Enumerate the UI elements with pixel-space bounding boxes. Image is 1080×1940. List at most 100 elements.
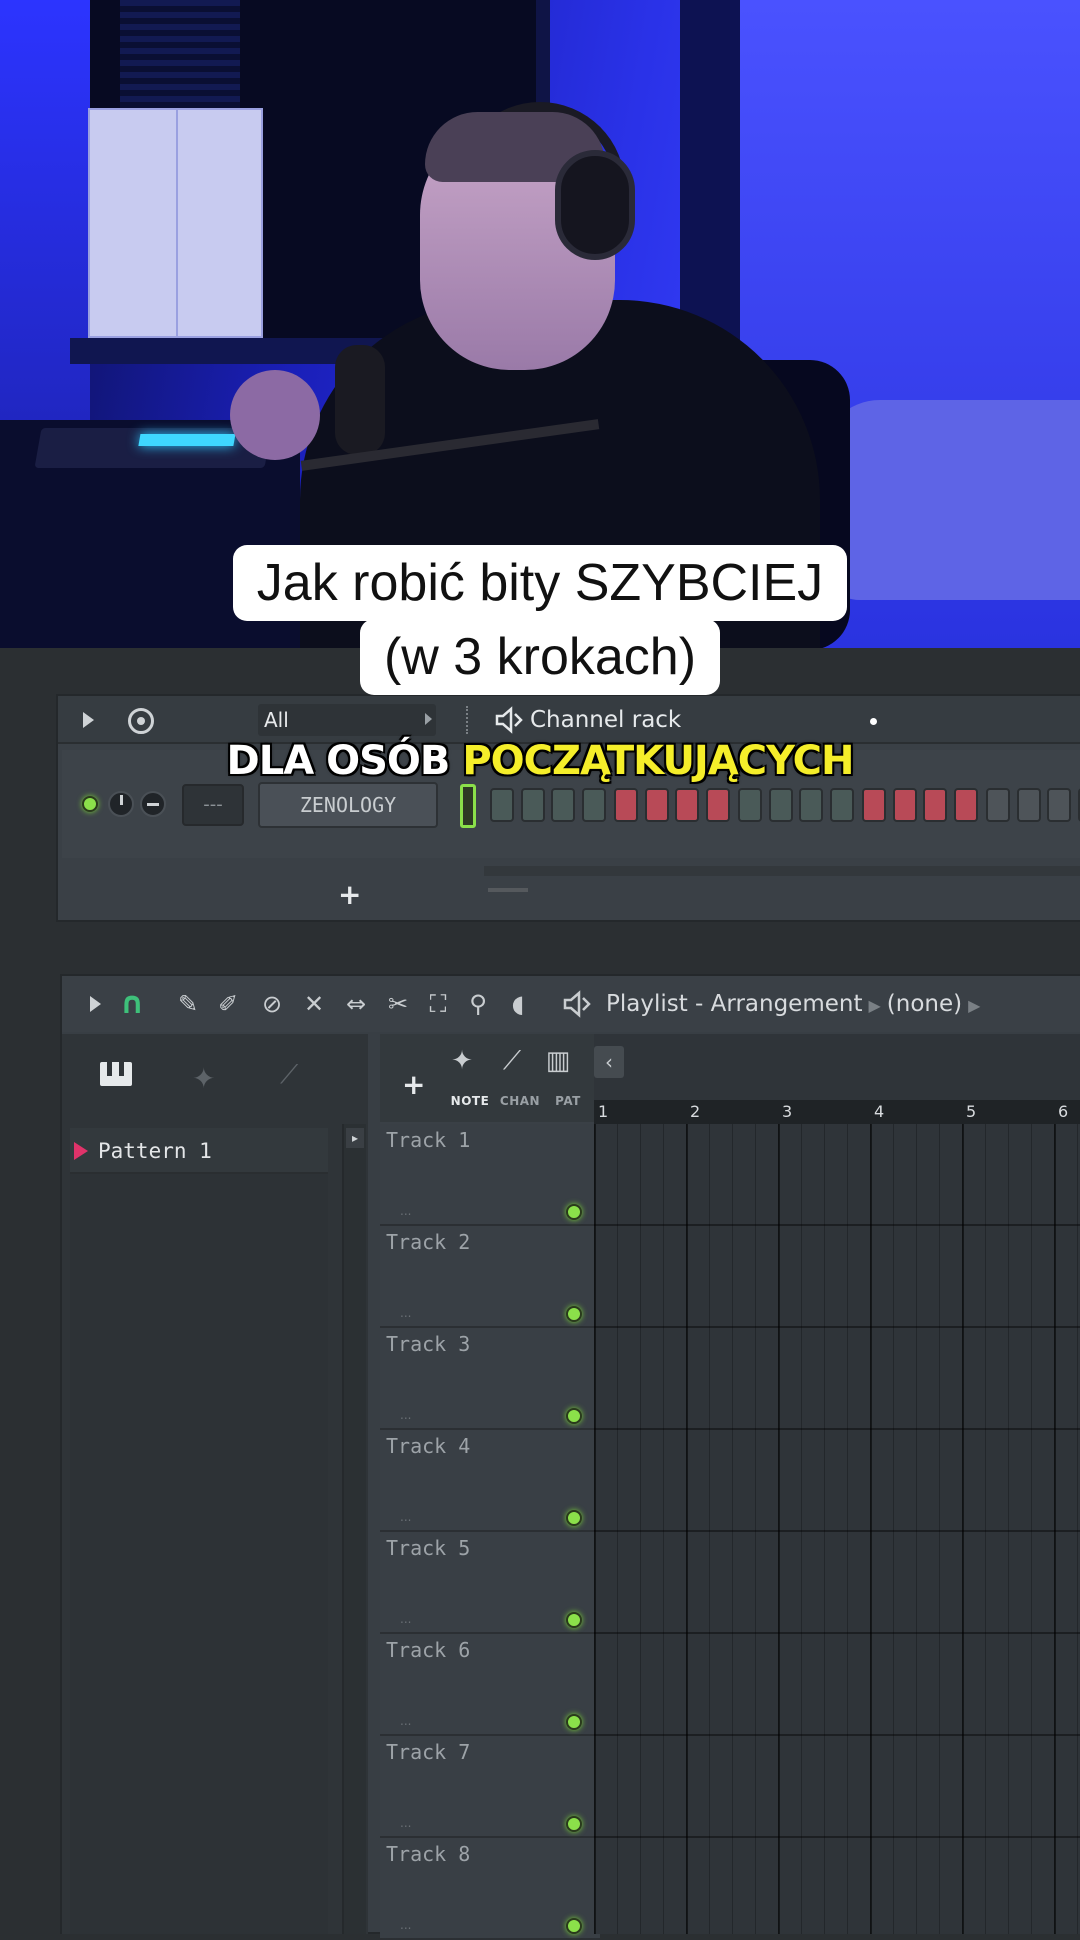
pattern-item-label: Pattern 1 xyxy=(98,1139,212,1163)
step-button[interactable] xyxy=(954,788,978,822)
channel-name-button[interactable]: ZENOLOGY xyxy=(258,782,438,828)
piano-icon[interactable] xyxy=(100,1062,132,1086)
channel-filter-select[interactable]: All xyxy=(258,704,436,736)
track-name: Track 8 xyxy=(386,1842,470,1866)
track-header[interactable]: Track 3... xyxy=(380,1328,600,1430)
step-button[interactable] xyxy=(738,788,762,822)
scroll-up-icon[interactable]: ▸ xyxy=(346,1128,364,1148)
step-button[interactable] xyxy=(582,788,606,822)
step-button[interactable] xyxy=(706,788,730,822)
track-header[interactable]: Track 2... xyxy=(380,1226,600,1328)
pattern-item[interactable]: Pattern 1 xyxy=(70,1128,328,1174)
step-button[interactable] xyxy=(830,788,854,822)
timeline-ruler[interactable]: 123456 xyxy=(594,1100,1080,1124)
arrangement-grid[interactable]: ‹ 123456 xyxy=(594,1034,1080,1934)
delete-icon[interactable]: ⊘ xyxy=(258,990,286,1018)
audio-clip-icon[interactable]: ✦ xyxy=(192,1062,215,1095)
scroll-handle[interactable] xyxy=(488,888,528,892)
add-channel-button[interactable]: + xyxy=(338,878,361,911)
chevron-left-icon[interactable]: ‹ xyxy=(594,1046,624,1078)
pencil-icon[interactable]: ✎ xyxy=(174,990,202,1018)
playback-icon[interactable]: ◖ xyxy=(504,990,532,1018)
title-line-1: Jak robić bity SZYBCIEJ xyxy=(233,545,847,621)
magnet-icon[interactable]: ∩ xyxy=(118,990,146,1018)
step-button[interactable] xyxy=(675,788,699,822)
track-options[interactable]: ... xyxy=(400,1306,411,1320)
mode-pat[interactable]: PAT xyxy=(540,1094,596,1108)
track-header[interactable]: Track 5... xyxy=(380,1532,600,1634)
track-options[interactable]: ... xyxy=(400,1816,411,1830)
speaker-icon[interactable] xyxy=(494,706,524,734)
step-button[interactable] xyxy=(521,788,545,822)
automation-icon[interactable]: ⟋ xyxy=(280,1060,298,1091)
track-mute-led[interactable] xyxy=(566,1816,582,1832)
mixer-track-selector[interactable]: --- xyxy=(182,784,244,826)
add-track-button[interactable]: + xyxy=(402,1068,425,1101)
track-mute-led[interactable] xyxy=(566,1714,582,1730)
track-mute-led[interactable] xyxy=(566,1918,582,1934)
step-button[interactable] xyxy=(490,788,514,822)
track-header[interactable]: Track 4... xyxy=(380,1430,600,1532)
play-icon[interactable] xyxy=(83,712,94,728)
picker-scrollbar[interactable]: ▸ xyxy=(342,1124,366,1934)
video-subtitle: DLA OSÓB POCZĄTKUJĄCYCH xyxy=(0,738,1080,784)
step-button[interactable] xyxy=(769,788,793,822)
mute-icon[interactable]: ✕ xyxy=(300,990,328,1018)
track-options[interactable]: ... xyxy=(400,1612,411,1626)
channel-filter-icon[interactable]: ⟋ xyxy=(492,1046,532,1077)
select-icon[interactable]: ⛶ xyxy=(424,990,452,1018)
track-header[interactable]: Track 8... xyxy=(380,1838,600,1940)
track-header[interactable]: Track 6... xyxy=(380,1634,600,1736)
track-mute-led[interactable] xyxy=(566,1612,582,1628)
track-headers: + ✦ ⟋ ▥ NOTE CHAN PAT Track 1...Track 2.… xyxy=(380,1034,600,1934)
track-name: Track 1 xyxy=(386,1128,470,1152)
track-options[interactable]: ... xyxy=(400,1510,411,1524)
mode-note[interactable]: NOTE xyxy=(442,1094,498,1108)
zoom-icon[interactable]: ⚲ xyxy=(464,990,492,1018)
track-mute-led[interactable] xyxy=(566,1204,582,1220)
track-header[interactable]: Track 7... xyxy=(380,1736,600,1838)
swing-icon[interactable] xyxy=(128,708,154,734)
step-button[interactable] xyxy=(645,788,669,822)
channel-volume-knob[interactable] xyxy=(108,791,134,817)
track-options[interactable]: ... xyxy=(400,1714,411,1728)
speaker-icon[interactable] xyxy=(562,990,592,1018)
step-button[interactable] xyxy=(986,788,1010,822)
step-button[interactable] xyxy=(799,788,823,822)
track-mute-led[interactable] xyxy=(566,1306,582,1322)
paint-icon[interactable]: ✐ xyxy=(214,990,242,1018)
track-options[interactable]: ... xyxy=(400,1918,411,1932)
channel-rack-scrollbar[interactable] xyxy=(484,866,1080,876)
channel-pan-knob[interactable] xyxy=(140,791,166,817)
pattern-filter-icon[interactable]: ▥ xyxy=(538,1046,578,1076)
step-button[interactable] xyxy=(1017,788,1041,822)
track-header[interactable]: Track 1... xyxy=(380,1124,600,1226)
track-lanes[interactable] xyxy=(594,1124,1080,1934)
step-button[interactable] xyxy=(893,788,917,822)
bar-number: 1 xyxy=(598,1102,608,1121)
track-options[interactable]: ... xyxy=(400,1204,411,1218)
step-button[interactable] xyxy=(923,788,947,822)
note-filter-icon[interactable]: ✦ xyxy=(442,1046,482,1076)
step-button[interactable] xyxy=(614,788,638,822)
bar-number: 4 xyxy=(874,1102,884,1121)
bar-number: 6 xyxy=(1058,1102,1068,1121)
pattern-selector[interactable]: (none) xyxy=(887,991,962,1017)
track-name: Track 3 xyxy=(386,1332,470,1356)
playlist-window: ∩ ✎ ✐ ⊘ ✕ ⇔ ✂ ⛶ ⚲ ◖ Playlist - Arrangeme… xyxy=(60,974,1080,1934)
slice-icon[interactable]: ✂ xyxy=(384,990,412,1018)
track-name: Track 7 xyxy=(386,1740,470,1764)
playlist-filter-bar: + ✦ ⟋ ▥ NOTE CHAN PAT xyxy=(380,1034,600,1122)
track-mute-led[interactable] xyxy=(566,1510,582,1526)
picker-tabs: ✦ ⟋ xyxy=(62,1034,368,1122)
slip-icon[interactable]: ⇔ xyxy=(342,990,370,1018)
track-options[interactable]: ... xyxy=(400,1408,411,1422)
step-button[interactable] xyxy=(862,788,886,822)
channel-select-indicator[interactable] xyxy=(460,784,476,828)
play-icon[interactable] xyxy=(90,996,101,1012)
subtitle-white: DLA OSÓB xyxy=(227,738,450,784)
track-mute-led[interactable] xyxy=(566,1408,582,1424)
step-button[interactable] xyxy=(551,788,575,822)
channel-mute-led[interactable] xyxy=(82,796,98,812)
step-button[interactable] xyxy=(1047,788,1071,822)
